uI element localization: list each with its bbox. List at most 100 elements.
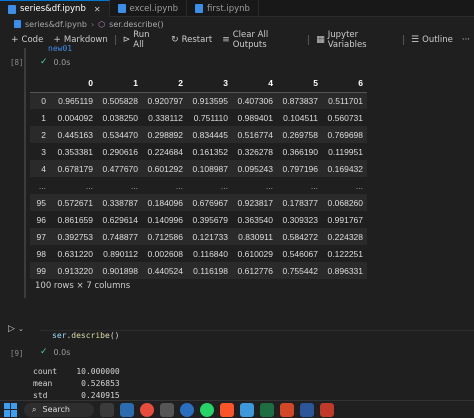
table-cell: 0.121733 (192, 231, 228, 242)
code-parens: () (109, 331, 120, 340)
markdown-label: Markdown (63, 34, 108, 45)
table-cell: 0.610029 (237, 248, 273, 259)
table-cell: ... (175, 180, 183, 191)
taskbar-app-icon[interactable] (320, 402, 334, 417)
taskbar-search[interactable]: ⌕ Search (24, 402, 94, 417)
table-cell: 0.169432 (327, 163, 363, 174)
outline-button[interactable]: ☰ Outline (406, 31, 458, 48)
cell-focus-bar[interactable] (24, 48, 26, 298)
table-cell: 0.363540 (237, 214, 273, 225)
notebook-icon (14, 20, 21, 28)
table-cell: 0.797196 (282, 163, 318, 174)
jupyter-variables-button[interactable]: ▦ Jupyter Variables (311, 29, 401, 50)
column-header: 1 (97, 75, 142, 93)
table-cell: ... (220, 180, 228, 191)
chevron-right-icon: › (90, 19, 95, 29)
table-cell: 0.104511 (283, 112, 318, 123)
table-cell: ... (85, 180, 93, 191)
run-all-button[interactable]: ⊳ Run All (118, 30, 166, 50)
powerpoint-icon[interactable] (280, 402, 294, 417)
taskbar-app-icon[interactable] (160, 402, 174, 417)
table-cell: 0.516774 (237, 129, 273, 140)
notebook-cells[interactable]: new01 [8] ✓ 0.0s 0 1 2 3 4 5 6 0 0.965119… (0, 44, 474, 400)
table-cell: 0.116840 (193, 248, 228, 259)
tab-first[interactable]: first.ipynb (187, 0, 259, 17)
table-cell: 0.751110 (193, 112, 228, 123)
breadcrumb-file[interactable]: series&df.ipynb (25, 20, 87, 29)
notebook-icon (8, 4, 16, 14)
table-row: 99 0.913220 0.901898 0.440524 0.116198 0.6127… (30, 262, 367, 279)
table-cell: 0.584272 (282, 231, 318, 242)
table-cell: 0.678179 (57, 163, 93, 174)
index-header (30, 75, 52, 93)
table-cell: ... (310, 180, 318, 191)
restart-label: Restart (181, 34, 213, 45)
outline-label: Outline (422, 34, 453, 45)
table-cell: 0.629614 (102, 214, 138, 225)
row-index: 4 (41, 163, 46, 174)
table-row: ........................ (30, 177, 367, 194)
table-cell: 0.392753 (57, 231, 93, 242)
table-cell: 0.631220 (57, 248, 93, 259)
table-row: 98 0.631220 0.890112 0.002608 0.116840 0.6100… (30, 245, 367, 262)
code-line[interactable]: ser.describe() (52, 331, 119, 340)
clear-all-outputs-button[interactable]: ≡ Clear All Outputs (217, 29, 306, 50)
run-all-icon: ⊳ (122, 34, 131, 45)
cell-status: ✓ 0.0s (40, 347, 70, 357)
whatsapp-icon[interactable] (200, 402, 214, 417)
run-cell-icon[interactable]: ▷ (8, 324, 15, 334)
search-icon: ⌕ (32, 404, 37, 414)
table-cell: 0.038250 (102, 112, 138, 123)
column-header: 3 (187, 75, 232, 93)
row-index: 96 (36, 214, 46, 225)
dataframe-table: 0 1 2 3 4 5 6 0 0.965119 0.505828 0.920797 0… (30, 75, 367, 279)
breadcrumb-symbol[interactable]: ser.describe() (109, 20, 164, 29)
word-icon[interactable] (300, 402, 314, 417)
row-index: 1 (41, 112, 46, 123)
excel-icon[interactable] (260, 402, 274, 417)
tab-series-df[interactable]: series&df.ipynb ✕ (0, 0, 110, 17)
code-label: Code (21, 34, 44, 45)
table-cell: 0.890112 (103, 248, 138, 259)
table-cell: 0.119951 (328, 146, 363, 157)
toolbar-divider (308, 34, 310, 45)
task-view-icon[interactable] (100, 402, 114, 417)
clear-outputs-label: Clear All Outputs (232, 29, 269, 50)
describe-output: count 10.000000 mean 0.526853 std 0.2409… (33, 367, 120, 400)
table-cell: 0.002608 (147, 248, 183, 259)
table-cell: 0.224328 (327, 231, 363, 242)
table-cell: 0.477670 (102, 163, 138, 174)
restart-button[interactable]: ↻ Restart (166, 31, 217, 48)
tab-excel[interactable]: excel.ipynb (110, 0, 188, 17)
close-icon[interactable]: ✕ (94, 5, 101, 14)
table-cell: 0.338112 (148, 112, 183, 123)
table-cell: 0.920797 (147, 95, 183, 106)
taskbar-app-icon[interactable] (120, 402, 134, 417)
variables-label: Jupyter Variables (327, 29, 367, 50)
chevron-down-icon[interactable]: ⌄ (18, 325, 24, 333)
table-cell: 0.178377 (282, 197, 318, 208)
cell-duration: 0.0s (53, 57, 71, 67)
column-header: 0 (52, 75, 97, 93)
table-cell: 0.989401 (237, 112, 273, 123)
table-cell: 0.901898 (102, 265, 138, 276)
table-cell: ... (355, 180, 363, 191)
r-icon[interactable] (180, 402, 194, 417)
windows-start-icon[interactable] (4, 402, 18, 417)
chrome-icon[interactable] (140, 402, 154, 417)
table-cell: ... (130, 180, 138, 191)
cell-code-line[interactable]: new01 (48, 44, 72, 53)
table-cell: 0.873837 (282, 95, 318, 106)
more-actions-button[interactable]: ··· (458, 31, 474, 48)
table-cell: 0.991767 (327, 214, 363, 225)
table-row: 0 0.965119 0.505828 0.920797 0.913595 0.40730… (30, 92, 367, 109)
table-cell: 0.769698 (327, 129, 363, 140)
table-cell: 0.108987 (192, 163, 228, 174)
add-code-cell-button[interactable]: + Code (6, 31, 48, 48)
toolbar-divider (114, 34, 116, 45)
vscode-icon[interactable] (240, 402, 254, 417)
row-index: 97 (36, 231, 46, 242)
brave-icon[interactable] (220, 402, 234, 417)
plus-icon: + (53, 34, 61, 45)
table-cell: 0.122251 (327, 248, 363, 259)
